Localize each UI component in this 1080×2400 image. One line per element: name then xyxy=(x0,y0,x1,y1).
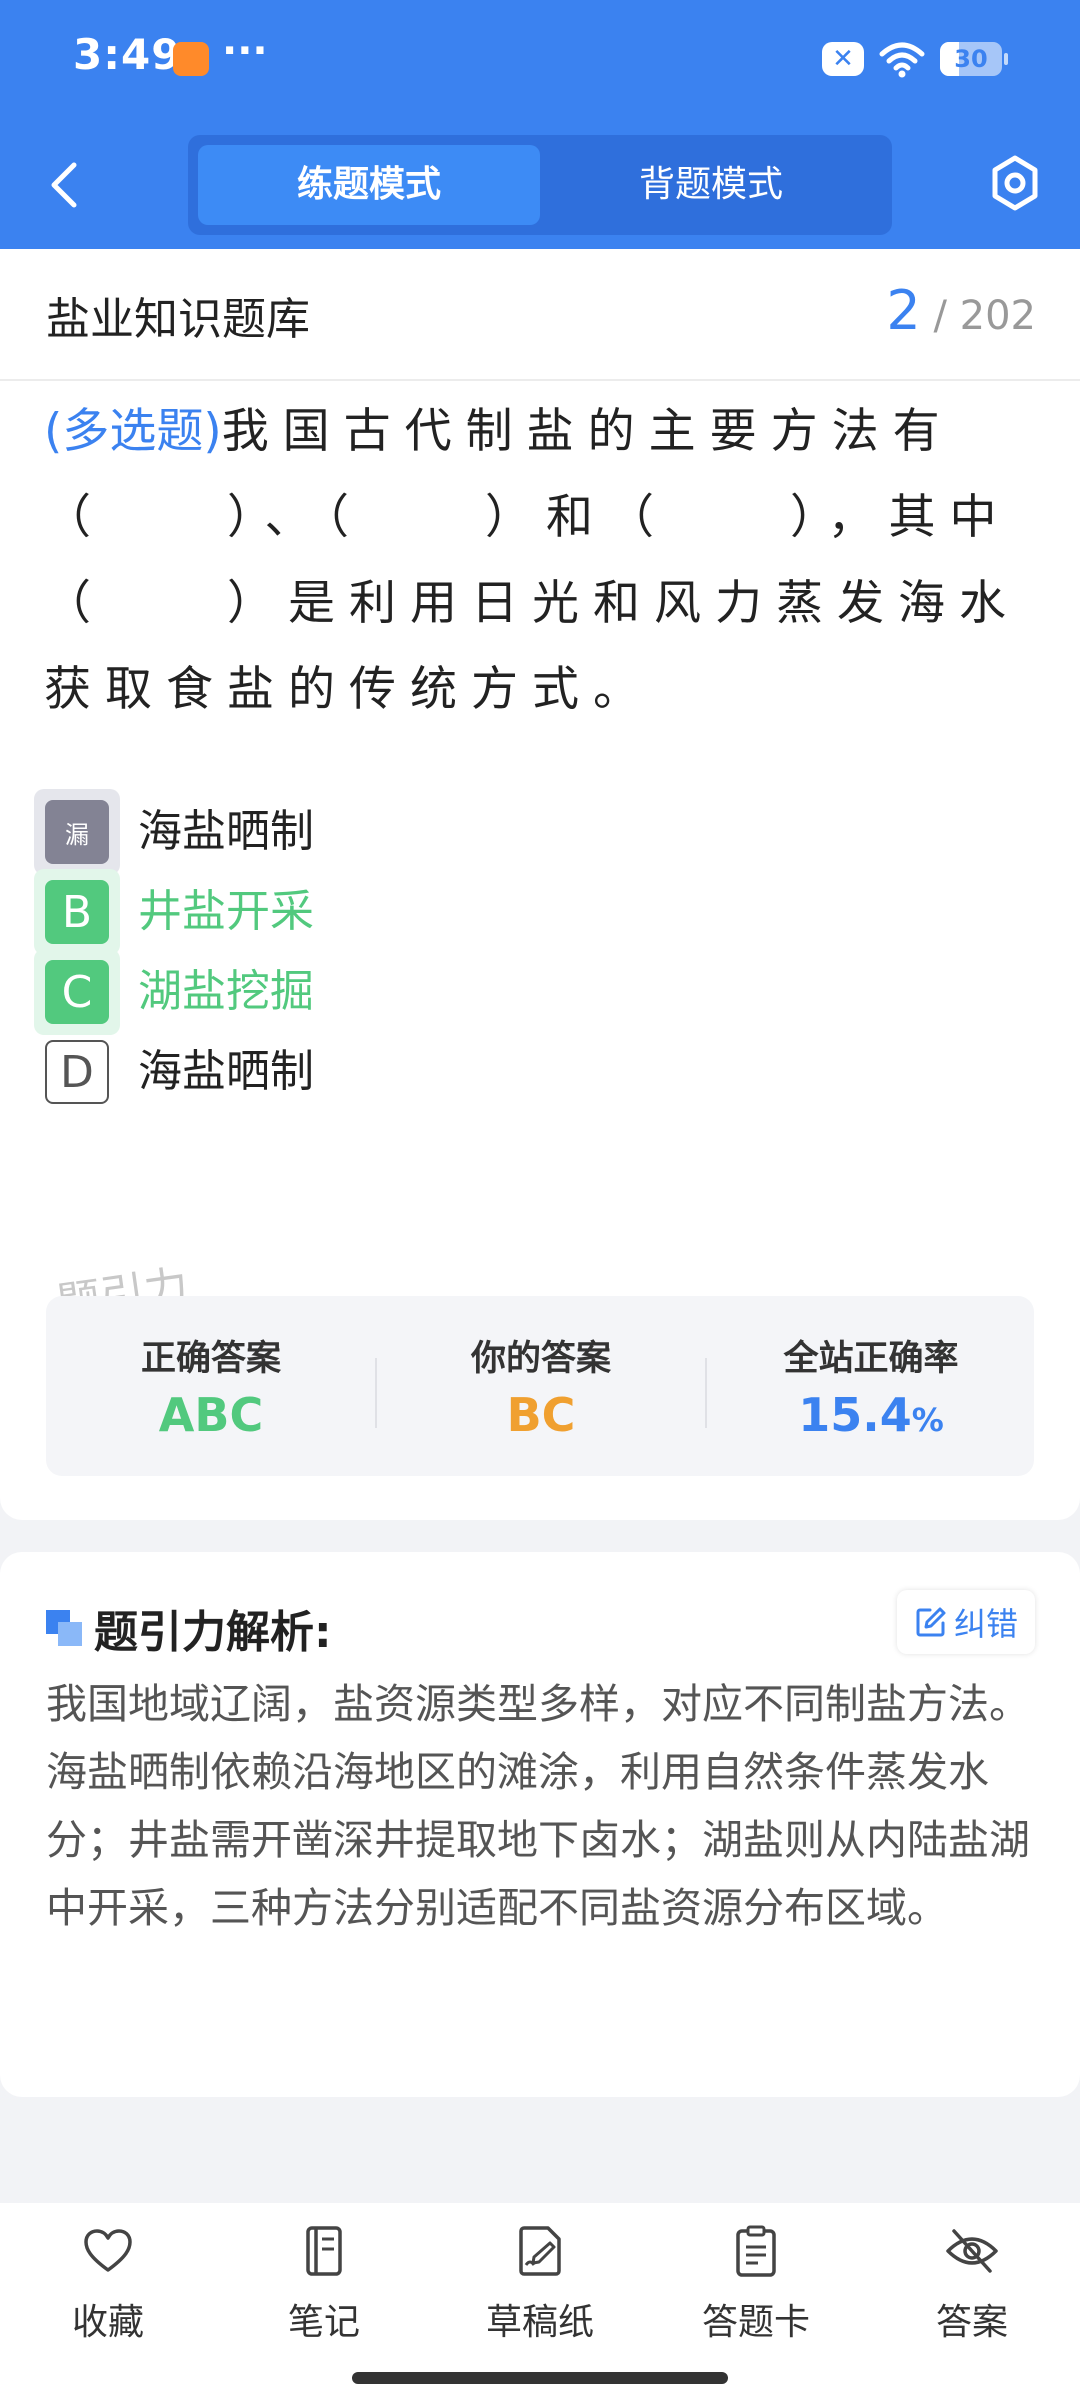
accuracy-rate-value: 15.4% xyxy=(798,1388,944,1442)
nav-show-answer-label: 答案 xyxy=(935,2302,1008,2343)
option-b-text: 井盐开采 xyxy=(138,886,314,937)
correct-answer-label: 正确答案 xyxy=(140,1339,281,1379)
your-answer-stat: 你的答案 BC xyxy=(376,1296,706,1476)
option-c-text: 湖盐挖掘 xyxy=(138,966,314,1017)
report-error-label: 纠错 xyxy=(953,1605,1018,1643)
app-header: 3:49 ··· ✕ 30 练题模式 背题模式 xyxy=(0,0,1080,249)
analysis-icon xyxy=(46,1610,84,1648)
total-questions: / 202 xyxy=(933,293,1036,339)
notebook-icon xyxy=(306,2226,342,2276)
option-d-marker: D xyxy=(45,1040,109,1104)
nav-answer-sheet[interactable]: 答题卡 xyxy=(666,2223,846,2343)
heart-icon xyxy=(84,2229,132,2272)
nav-show-answer[interactable]: 答案 xyxy=(882,2223,1062,2343)
eye-off-icon xyxy=(946,2229,998,2273)
question-counter: 2 / 202 xyxy=(886,279,1036,342)
notification-app-icon xyxy=(173,42,209,76)
question-card: 盐业知识题库 2 / 202 (多选题)我国古代制盐的主要方法有（ ）、（ ）和… xyxy=(0,249,1080,1520)
accuracy-rate-label: 全站正确率 xyxy=(783,1339,959,1379)
nav-scratch-paper[interactable]: 草稿纸 xyxy=(450,2223,630,2343)
accuracy-rate-stat: 全站正确率 15.4% xyxy=(706,1296,1036,1476)
status-bar: 3:49 ··· ✕ 30 xyxy=(0,0,1080,118)
your-answer-value: BC xyxy=(506,1388,576,1442)
nav-scratch-paper-label: 草稿纸 xyxy=(485,2302,594,2343)
nav-answer-sheet-label: 答题卡 xyxy=(701,2302,810,2343)
clipboard-icon xyxy=(736,2225,776,2277)
question-bank-title: 盐业知识题库 xyxy=(46,294,310,345)
settings-icon[interactable] xyxy=(985,150,1045,218)
correct-answer-value: ABC xyxy=(158,1388,264,1442)
nav-notes[interactable]: 笔记 xyxy=(234,2223,414,2343)
option-d[interactable]: D 海盐晒制 xyxy=(34,1019,734,1119)
more-notifications-icon: ··· xyxy=(222,28,268,74)
nav-favorite[interactable]: 收藏 xyxy=(18,2223,198,2343)
wifi-icon xyxy=(879,42,925,78)
tab-practice-mode[interactable]: 练题模式 xyxy=(198,145,540,225)
status-time: 3:49 xyxy=(73,30,182,79)
question-type-label: (多选题) xyxy=(44,404,222,459)
report-error-button[interactable]: 纠错 xyxy=(897,1590,1035,1654)
close-notification-icon: ✕ xyxy=(822,42,864,76)
question-text: (多选题)我国古代制盐的主要方法有（ ）、（ ）和（ ），其中（ ）是利用日光和… xyxy=(44,389,1040,733)
current-question-number: 2 xyxy=(886,279,921,342)
mode-switch: 练题模式 背题模式 xyxy=(188,135,892,235)
tab-memorize-mode[interactable]: 背题模式 xyxy=(540,145,882,225)
divider xyxy=(0,379,1080,381)
analysis-title: 题引力解析: xyxy=(94,1607,332,1658)
analysis-card: 题引力解析: 纠错 我国地域辽阔，盐资源类型多样，对应不同制盐方法。海盐晒制依赖… xyxy=(0,1552,1080,2097)
nav-notes-label: 笔记 xyxy=(287,2302,360,2343)
option-d-text: 海盐晒制 xyxy=(138,1046,314,1097)
home-indicator[interactable] xyxy=(352,2372,728,2384)
edit-icon xyxy=(916,1607,946,1637)
analysis-text: 我国地域辽阔，盐资源类型多样，对应不同制盐方法。海盐晒制依赖沿海地区的滩涂，利用… xyxy=(46,1680,1030,1932)
your-answer-label: 你的答案 xyxy=(470,1339,611,1379)
option-b-marker: B xyxy=(45,880,109,944)
option-a-text: 海盐晒制 xyxy=(138,806,314,857)
answer-stats-panel: 正确答案 ABC 你的答案 BC 全站正确率 15.4% xyxy=(46,1296,1034,1476)
correct-answer-stat: 正确答案 ABC xyxy=(46,1296,376,1476)
back-button[interactable] xyxy=(40,155,88,215)
bottom-toolbar: 收藏 笔记 草稿纸 答题卡 答案 xyxy=(0,2203,1080,2400)
nav-favorite-label: 收藏 xyxy=(71,2302,144,2343)
draft-icon xyxy=(519,2226,561,2276)
option-c-marker: C xyxy=(45,960,109,1024)
missed-marker: 漏 xyxy=(45,800,109,864)
battery-icon: 30 xyxy=(940,42,1008,76)
